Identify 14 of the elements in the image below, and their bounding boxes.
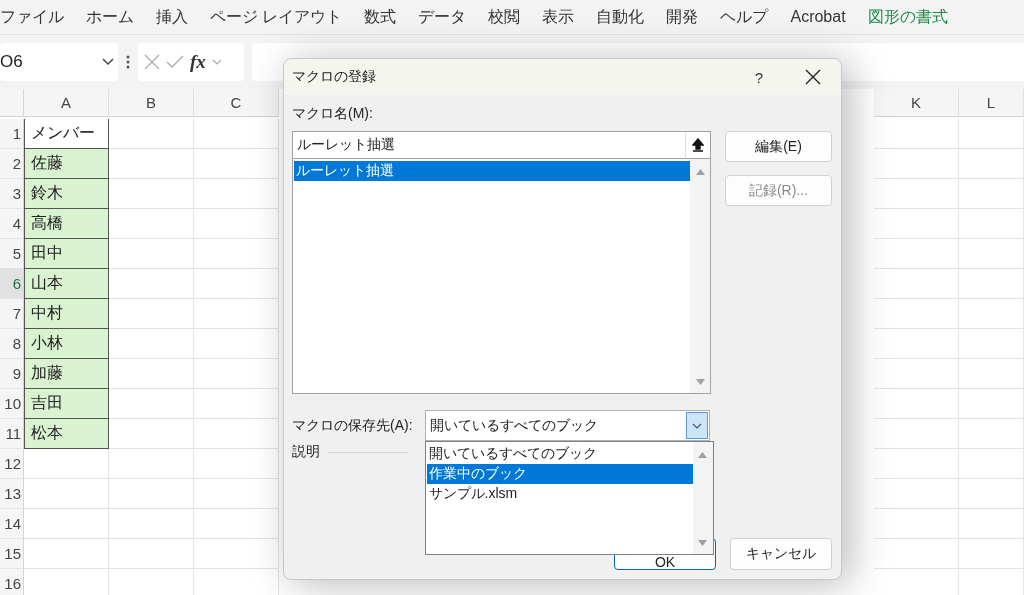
store-location-label: マクロの保存先(A): bbox=[292, 416, 413, 435]
table-cell: 佐藤 bbox=[24, 149, 109, 179]
macro-name-label: マクロ名(M): bbox=[292, 105, 374, 123]
table-cell: 鈴木 bbox=[24, 179, 109, 209]
table-cell: 小林 bbox=[24, 329, 109, 359]
table-cell: 松本 bbox=[24, 419, 109, 449]
table-cell: 加藤 bbox=[24, 359, 109, 389]
table-cell: 高橋 bbox=[24, 209, 109, 239]
table-cell: 田中 bbox=[24, 239, 109, 269]
table-cell: 吉田 bbox=[24, 389, 109, 419]
dialog-title: マクロの登録 bbox=[292, 68, 377, 86]
description-label: 説明 bbox=[292, 443, 320, 461]
table-cell: 山本 bbox=[24, 269, 109, 299]
table-cell: 中村 bbox=[24, 299, 109, 329]
